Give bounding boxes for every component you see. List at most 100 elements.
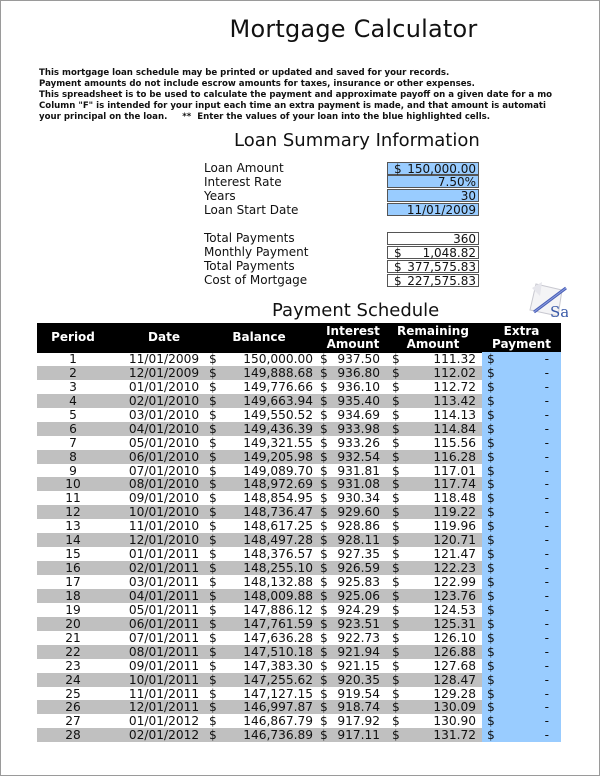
balance-cell: 149,663.94 [243, 393, 313, 408]
extra-payment-value: - [544, 644, 549, 659]
interest-cell: 931.81 [337, 463, 380, 478]
period-cell: 13 [65, 519, 81, 534]
remaining-cell: 129.28 [433, 686, 476, 701]
extra-payment-value: - [544, 435, 549, 450]
balance-cell: 148,854.95 [243, 491, 313, 506]
payment-schedule-title: Payment Schedule [272, 300, 440, 321]
currency-sign: $ [487, 602, 495, 617]
balance-cell: 147,636.28 [243, 630, 313, 645]
balance-cell: 147,510.18 [243, 644, 313, 659]
header-remaining-line1: Remaining [397, 324, 469, 338]
period-cell: 22 [65, 644, 81, 659]
currency-sign: $ [392, 407, 400, 422]
currency-sign: $ [487, 435, 495, 450]
currency-sign: $ [392, 533, 400, 548]
cost-of-mortgage-cell: $ 227,575.83 [387, 274, 479, 288]
currency-sign: $ [487, 714, 495, 729]
currency-sign: $ [392, 393, 400, 408]
currency-sign: $ [392, 616, 400, 631]
date-cell: 12/01/2011 [128, 700, 200, 715]
balance-cell: 147,127.15 [243, 686, 313, 701]
header-period: Period [51, 330, 95, 344]
date-cell: 03/01/2011 [128, 575, 200, 589]
date-cell: 02/01/2010 [128, 393, 200, 408]
date-cell: 06/01/2011 [128, 616, 200, 631]
currency-sign: $ [320, 533, 328, 548]
extra-payment-value: - [544, 630, 549, 645]
currency-sign: $ [209, 561, 217, 576]
currency-sign: $ [487, 365, 495, 380]
intro-line: This spreadsheet is to be used to calcul… [39, 90, 553, 100]
period-cell: 9 [69, 463, 77, 478]
extra-payment-value: - [544, 533, 549, 548]
loan-start-date-value: 11/01/2009 [406, 203, 476, 217]
period-cell: 3 [69, 379, 77, 394]
currency-sign: $ [392, 644, 400, 659]
loan-start-date-input[interactable]: 11/01/2009 [387, 203, 479, 217]
currency-sign: $ [209, 533, 217, 548]
header-interest-line1: Interest [326, 324, 380, 338]
remaining-cell: 112.02 [433, 365, 476, 380]
period-cell: 28 [65, 728, 81, 743]
interest-cell: 924.29 [337, 602, 380, 617]
period-cell: 1 [69, 352, 77, 366]
date-cell: 01/01/2012 [128, 714, 200, 729]
currency-sign: $ [392, 505, 400, 520]
date-cell: 06/01/2010 [128, 449, 200, 464]
extra-payment-value: - [544, 393, 549, 408]
interest-cell: 933.26 [337, 435, 380, 450]
period-cell: 16 [65, 561, 81, 576]
currency-sign: $ [209, 616, 217, 631]
currency-sign: $ [320, 630, 328, 645]
currency-sign: $ [320, 449, 328, 464]
extra-payment-value: - [544, 365, 549, 380]
date-cell: 12/01/2010 [128, 533, 200, 548]
currency-sign: $ [209, 728, 217, 743]
total-payments-amount-value: 377,575.83 [407, 260, 476, 274]
sample-pen-logo-icon: Sa [528, 280, 569, 321]
currency-sign: $ [487, 644, 495, 659]
currency-sign: $ [209, 602, 217, 617]
currency-sign: $ [320, 352, 328, 366]
table-row: 27 01/01/2012 $146,867.79 $917.92 $130.90 $ - [37, 714, 561, 728]
currency-sign: $ [392, 519, 400, 534]
date-cell: 11/01/2009 [128, 352, 200, 366]
currency-sign: $ [392, 421, 400, 436]
currency-sign: $ [209, 700, 217, 715]
remaining-cell: 127.68 [433, 658, 476, 673]
balance-cell: 149,321.55 [243, 435, 313, 450]
period-cell: 2 [69, 365, 77, 380]
table-row: 15 01/01/2011 $148,376.57 $927.35 $121.47 $ - [37, 547, 561, 561]
extra-payment-value: - [544, 505, 549, 520]
balance-cell: 149,205.98 [243, 449, 313, 464]
currency-sign: $ [209, 714, 217, 729]
interest-cell: 927.35 [337, 547, 380, 562]
interest-cell: 931.08 [337, 477, 380, 492]
header-remaining-amount: Remaining Amount [389, 325, 477, 351]
date-cell: 03/01/2010 [128, 407, 200, 422]
currency-sign: $ [320, 672, 328, 687]
interest-cell: 921.15 [337, 658, 380, 673]
table-row: 4 02/01/2010 $149,663.94 $935.40 $113.42 $ - [37, 393, 561, 408]
total-payments-amount-label: Total Payments [204, 259, 295, 273]
currency-sign: $ [487, 463, 495, 478]
extra-payment-value: - [544, 491, 549, 506]
table-row: 19 05/01/2011 $147,886.12 $924.29 $124.53 $ - [37, 602, 561, 617]
currency-sign: $ [320, 686, 328, 701]
loan-amount-input[interactable]: $ 150,000.00 [387, 162, 479, 176]
interest-rate-label: Interest Rate [204, 175, 282, 189]
currency-sign: $ [209, 491, 217, 506]
document-page: Mortgage Calculator This mortgage loan s… [0, 0, 600, 776]
extra-payment-value: - [544, 588, 549, 603]
interest-rate-input[interactable]: 7.50% [387, 175, 479, 189]
date-cell: 12/01/2009 [128, 365, 200, 380]
currency-sign: $ [394, 260, 402, 274]
currency-sign: $ [320, 575, 328, 589]
years-input[interactable]: 30 [387, 189, 479, 203]
currency-sign: $ [320, 714, 328, 729]
currency-sign: $ [392, 379, 400, 394]
logo-text: Sa [550, 303, 568, 320]
currency-sign: $ [209, 630, 217, 645]
table-row: 22 08/01/2011 $147,510.18 $921.94 $126.88 $ - [37, 644, 561, 659]
extra-payment-value: - [544, 449, 549, 464]
